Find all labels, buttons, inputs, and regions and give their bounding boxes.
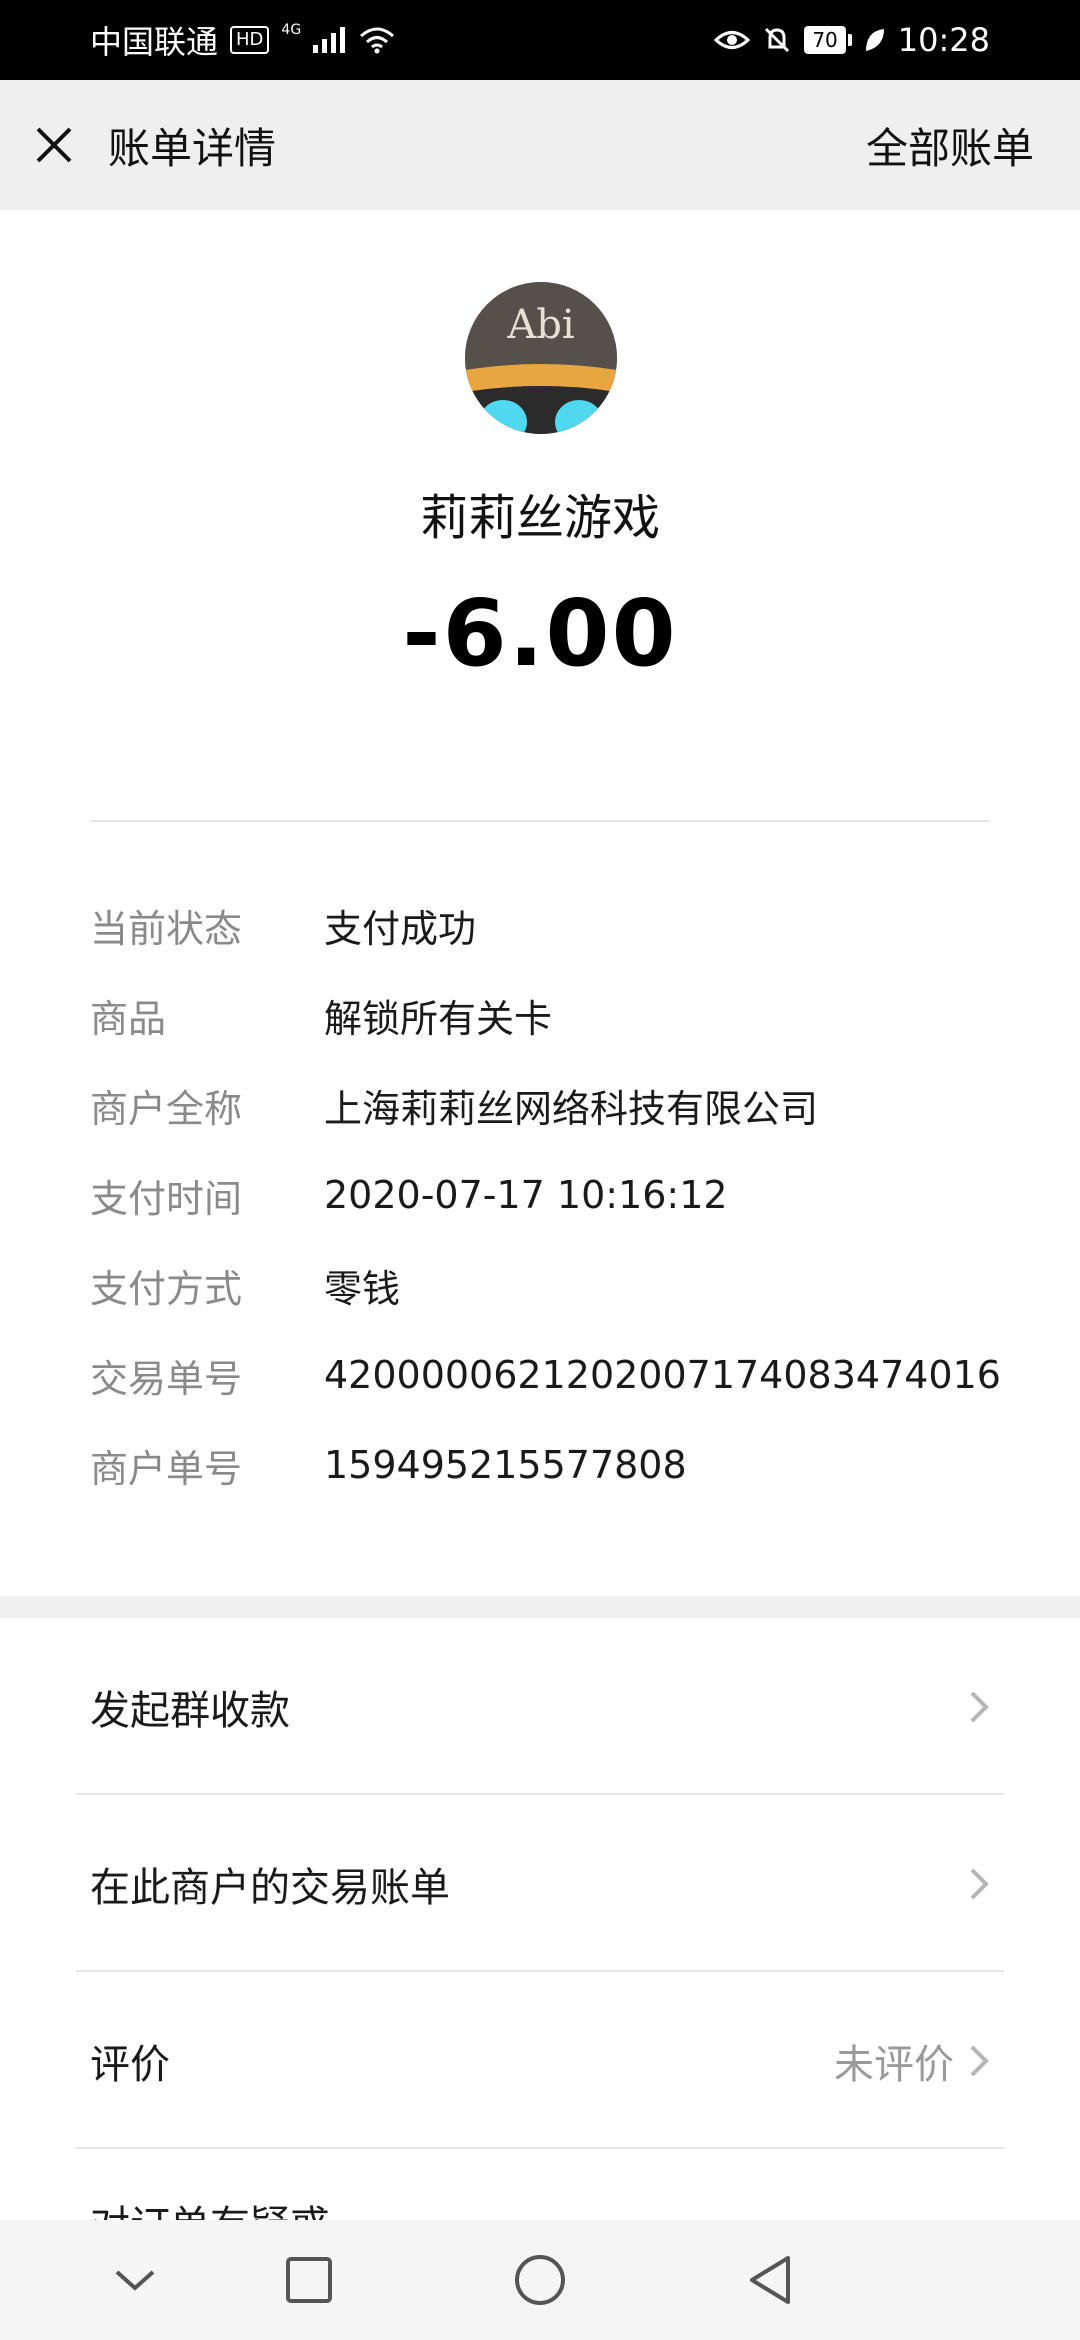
avatar-logo-text: Abi	[506, 302, 574, 348]
system-nav-bar	[0, 2220, 1080, 2340]
battery-tip	[847, 34, 852, 46]
triangle-back-icon[interactable]	[740, 2250, 800, 2310]
bell-off-icon	[765, 27, 790, 53]
battery-level: 70	[804, 26, 846, 54]
wifi-icon	[360, 27, 395, 54]
detail-value: 159495215577808	[324, 1443, 687, 1487]
detail-label: 商品	[90, 996, 167, 1041]
status-time: 10:28	[897, 21, 990, 59]
square-icon[interactable]	[279, 2250, 339, 2310]
merchant-bills-item[interactable]: 在此商户的交易账单	[0, 1795, 1080, 1972]
action-right	[968, 1687, 992, 1727]
chevron-right-icon	[970, 1868, 989, 1899]
detail-label: 支付时间	[90, 1176, 243, 1221]
order-question-item[interactable]: 对订单有疑惑	[0, 2149, 1080, 2229]
review-status: 未评价	[834, 2041, 954, 2088]
detail-row-product: 商品 解锁所有关卡	[90, 970, 1010, 1060]
detail-row-time: 支付时间 2020-07-17 10:16:12	[90, 1150, 1010, 1240]
eye-icon	[714, 31, 751, 49]
detail-value: 支付成功	[324, 906, 477, 951]
action-list: 发起群收款 在此商户的交易账单 评价 未评价 对订单有疑惑	[0, 1618, 1080, 2229]
detail-label: 商户全称	[90, 1086, 243, 1131]
circle-icon[interactable]	[510, 2250, 570, 2310]
status-bar: 中国联通 HD 4G 70 10:28	[0, 0, 1080, 80]
network-label: 4G	[281, 22, 302, 38]
detail-value: 上海莉莉丝网络科技有限公司	[324, 1086, 819, 1131]
leaf-icon	[865, 29, 884, 51]
hd-badge: HD	[230, 26, 270, 54]
section-separator	[0, 1596, 1080, 1618]
chevron-down-icon[interactable]	[105, 2250, 165, 2310]
signal-icon	[313, 27, 346, 53]
action-right	[968, 1864, 992, 1904]
detail-value: 2020-07-17 10:16:12	[324, 1173, 728, 1217]
group-collection-item[interactable]: 发起群收款	[0, 1618, 1080, 1795]
status-left: 中国联通 HD 4G	[90, 17, 395, 63]
bill-details: 当前状态 支付成功 商品 解锁所有关卡 商户全称 上海莉莉丝网络科技有限公司 支…	[90, 880, 1010, 1510]
carrier-label: 中国联通	[90, 23, 219, 61]
detail-row-status: 当前状态 支付成功	[90, 880, 1010, 970]
detail-value: 零钱	[324, 1266, 401, 1311]
close-icon[interactable]	[32, 123, 76, 167]
action-label: 发起群收款	[90, 1687, 290, 1734]
action-label: 在此商户的交易账单	[90, 1864, 450, 1911]
battery-indicator: 70	[804, 26, 852, 54]
detail-label: 交易单号	[90, 1356, 243, 1401]
detail-row-method: 支付方式 零钱	[90, 1240, 1010, 1330]
detail-row-transaction-id: 交易单号 4200000621202007174083474016	[90, 1330, 1010, 1420]
top-bar: 账单详情 全部账单	[0, 80, 1080, 210]
detail-label: 当前状态	[90, 906, 243, 951]
divider	[90, 820, 990, 822]
detail-value: 4200000621202007174083474016	[324, 1353, 1001, 1397]
all-bills-link[interactable]: 全部账单	[866, 115, 1034, 176]
action-right: 未评价	[834, 2032, 992, 2090]
merchant-avatar: Abi	[465, 282, 617, 434]
chevron-right-icon	[970, 2045, 989, 2076]
payment-amount: -6.00	[402, 580, 678, 687]
detail-value: 解锁所有关卡	[324, 996, 553, 1041]
chevron-right-icon	[970, 1691, 989, 1722]
detail-label: 支付方式	[90, 1266, 243, 1311]
review-item[interactable]: 评价 未评价	[0, 1972, 1080, 2149]
action-label: 评价	[90, 2041, 170, 2088]
page-title: 账单详情	[108, 123, 277, 173]
status-right: 70 10:28	[714, 21, 990, 59]
merchant-name: 莉莉丝游戏	[419, 490, 660, 546]
detail-row-merchant: 商户全称 上海莉莉丝网络科技有限公司	[90, 1060, 1010, 1150]
detail-row-merchant-order-id: 商户单号 159495215577808	[90, 1420, 1010, 1510]
top-bar-left: 账单详情	[32, 115, 276, 176]
detail-label: 商户单号	[90, 1446, 243, 1491]
